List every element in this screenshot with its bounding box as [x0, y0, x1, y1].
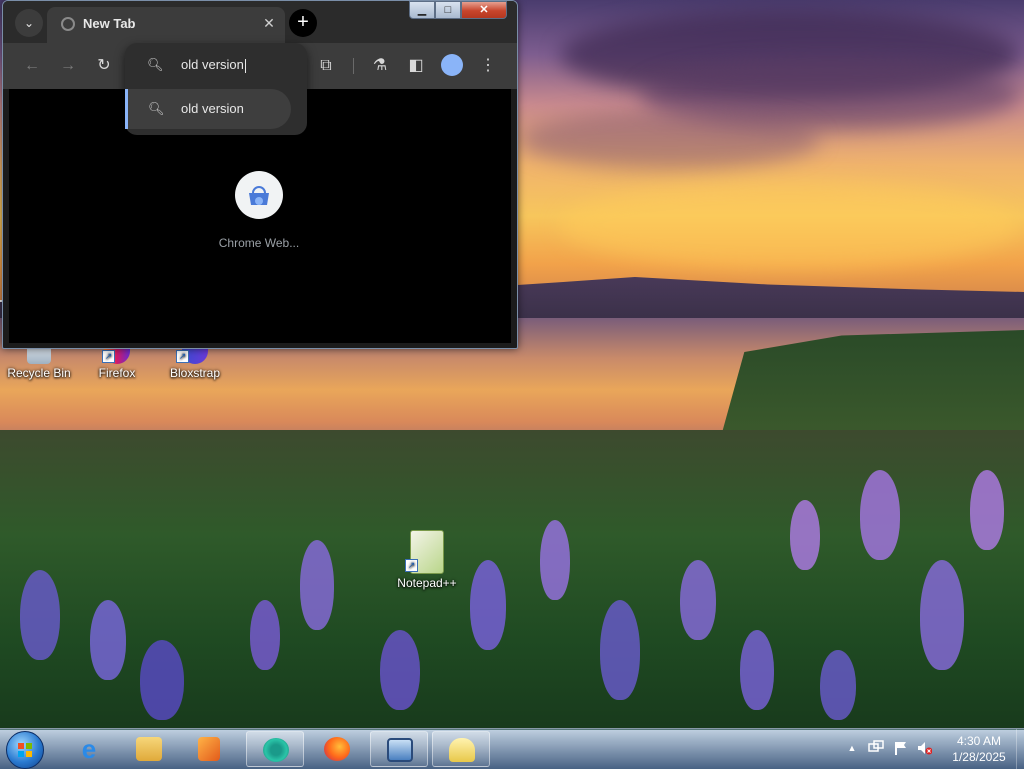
wallpaper-flower: [540, 520, 570, 600]
wallpaper-flower: [970, 470, 1004, 550]
taskbar-clock[interactable]: 4:30 AM 1/28/2025: [944, 733, 1014, 765]
omnibox-suggestion[interactable]: 🔍︎ old version: [125, 89, 291, 129]
desktop-icon-bloxstrap[interactable]: ↗ Bloxstrap: [160, 346, 230, 380]
clock-date: 1/28/2025: [952, 750, 1006, 764]
chrome-web-store-icon: [249, 186, 269, 205]
desktop-icon-label: Bloxstrap: [169, 366, 221, 380]
taskbar: e ▲ 4:30 AM 1/28/2025: [0, 728, 1024, 769]
chevron-down-icon: ⌄: [23, 16, 35, 30]
network-status-icon[interactable]: [868, 740, 884, 756]
wallpaper-flower: [790, 500, 820, 570]
windows-logo-icon: [18, 743, 32, 757]
flag-icon: [895, 742, 906, 755]
wallpaper-flower: [680, 560, 716, 640]
text-caret: [244, 58, 246, 73]
taskbar-app-internet-explorer[interactable]: e: [60, 731, 118, 767]
taskbar-app-media-player[interactable]: [180, 731, 238, 767]
speaker-muted-icon: [918, 742, 933, 755]
wallpaper-flower: [300, 540, 334, 630]
wallpaper-flower: [820, 650, 856, 720]
minimize-button[interactable]: ▁: [409, 1, 435, 19]
forward-button[interactable]: →: [57, 55, 79, 77]
network-icon: [449, 738, 475, 762]
profile-avatar-button[interactable]: [441, 54, 463, 76]
reload-button[interactable]: ↻: [93, 55, 115, 77]
omnibox-value: old version: [181, 57, 244, 72]
search-icon: 🔍︎: [148, 101, 165, 116]
desktop-icon-label: Firefox: [98, 366, 136, 380]
system-tray: ▲ 4:30 AM 1/28/2025: [840, 729, 1024, 769]
folder-icon: [136, 737, 162, 761]
desktop-icon-firefox[interactable]: ↗ Firefox: [82, 346, 152, 380]
media-player-icon: [198, 737, 220, 761]
suggestion-text: old version: [181, 101, 244, 116]
chrome-icon: [263, 738, 289, 762]
wallpaper-flower: [860, 470, 900, 560]
tab-title: New Tab: [83, 16, 136, 31]
globe-icon: [61, 17, 75, 31]
action-center-flag-icon[interactable]: [892, 740, 908, 756]
taskbar-app-remote-desktop[interactable]: [370, 731, 428, 767]
wallpaper-flower: [740, 630, 774, 710]
close-icon: ✕: [263, 15, 275, 31]
close-window-button[interactable]: ✕: [461, 1, 507, 19]
clock-time: 4:30 AM: [956, 734, 1002, 748]
desktop-icon-recycle-bin[interactable]: Recycle Bin: [4, 346, 74, 380]
ie-icon: e: [81, 734, 97, 764]
wallpaper-cloud: [520, 110, 820, 170]
extensions-button[interactable]: ⧉: [315, 55, 337, 77]
wallpaper-flower: [600, 600, 640, 700]
search-icon: 🔍︎: [147, 57, 164, 72]
tab-close-button[interactable]: ✕: [259, 13, 279, 33]
shortcut-arrow-icon: ↗: [102, 350, 115, 363]
show-hidden-icons-button[interactable]: ▲: [844, 740, 860, 756]
omnibox-text: old version: [181, 57, 246, 73]
toolbar-separator: [353, 58, 354, 74]
shortcut-arrow-icon: ↗: [176, 350, 189, 363]
tab-new-tab[interactable]: New Tab ✕: [47, 7, 285, 43]
browser-menu-button[interactable]: ⋮: [477, 55, 499, 77]
wallpaper-flower: [470, 560, 506, 650]
taskbar-app-firefox[interactable]: [308, 731, 366, 767]
wallpaper-flower: [380, 630, 420, 710]
omnibox-dropdown: 🔍︎ old version 🔍︎ old version: [125, 43, 307, 135]
network-tray-icon: [868, 740, 884, 752]
volume-muted-icon[interactable]: [916, 740, 933, 756]
labs-button[interactable]: ⚗: [369, 55, 391, 77]
tab-search-button[interactable]: ⌄: [15, 9, 43, 37]
taskbar-app-chrome[interactable]: [246, 731, 304, 767]
wallpaper-flower: [140, 640, 184, 720]
firefox-icon: [324, 737, 350, 761]
browser-window[interactable]: ⌄ New Tab ✕ + ▁ □ ✕ ← → ↻ ⧉ ⚗ ◧ ⋮ Chrome…: [2, 0, 518, 349]
shortcut-label: Chrome Web...: [218, 236, 300, 250]
new-tab-button[interactable]: +: [289, 9, 317, 37]
side-panel-button[interactable]: ◧: [405, 55, 427, 77]
show-desktop-button[interactable]: [1016, 729, 1024, 769]
taskbar-app-network[interactable]: [432, 731, 490, 767]
desktop-icon-label: Notepad++: [397, 576, 457, 590]
wallpaper-flower: [90, 600, 126, 680]
omnibox-input[interactable]: 🔍︎ old version: [125, 43, 307, 87]
shortcut-chrome-web-store[interactable]: [235, 171, 283, 219]
notepadpp-icon: ↗: [405, 530, 444, 574]
maximize-button[interactable]: □: [435, 1, 461, 19]
start-button[interactable]: [6, 731, 44, 769]
window-caption-buttons: ▁ □ ✕: [409, 1, 517, 21]
wallpaper-flower: [250, 600, 280, 670]
monitor-icon: [387, 738, 413, 762]
tab-strip: ⌄ New Tab ✕ + ▁ □ ✕: [3, 1, 517, 43]
shortcut-arrow-icon: ↗: [405, 559, 418, 572]
back-button[interactable]: ←: [21, 55, 43, 77]
taskbar-app-file-explorer[interactable]: [120, 731, 178, 767]
desktop-icon-label: Recycle Bin: [7, 366, 71, 380]
plus-icon: +: [297, 11, 309, 33]
wallpaper-glow: [560, 180, 1020, 270]
wallpaper-flower: [20, 570, 60, 660]
wallpaper-flower: [920, 560, 964, 670]
desktop-icon-notepadpp[interactable]: ↗ Notepad++: [392, 530, 462, 590]
